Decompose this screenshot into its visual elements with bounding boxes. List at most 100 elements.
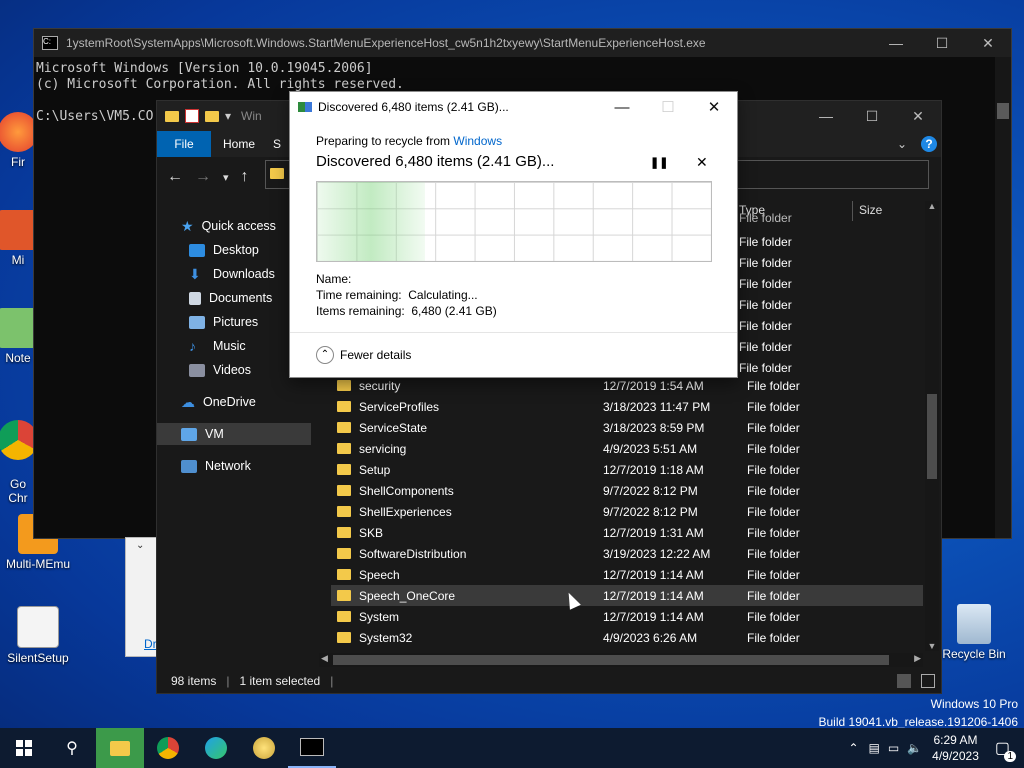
status-bar: 98 items | 1 item selected | xyxy=(157,669,941,693)
scroll-up-icon[interactable]: ▲ xyxy=(925,201,939,211)
console-titlebar[interactable]: C: 1ystemRoot\SystemApps\Microsoft.Windo… xyxy=(34,29,1011,57)
up-icon[interactable]: ↑ xyxy=(241,168,249,186)
tab-home[interactable]: Home xyxy=(211,137,267,151)
desktop-icon-silentsetup[interactable]: SilentSetup xyxy=(2,606,74,665)
back-icon[interactable]: ← xyxy=(167,168,183,186)
new-folder-icon[interactable] xyxy=(205,110,219,122)
table-row-selected[interactable]: Speech_OneCore 12/7/2019 1:14 AM File fold… xyxy=(331,585,923,606)
background-link[interactable]: Dr xyxy=(144,637,157,651)
close-button[interactable]: ✕ xyxy=(691,98,737,116)
file-type: File folder xyxy=(747,588,800,603)
progress-graph xyxy=(316,181,712,262)
source-link[interactable]: Windows xyxy=(453,134,502,148)
scroll-thumb[interactable] xyxy=(927,394,937,479)
table-row[interactable]: ShellExperiences 9/7/2022 8:12 PM File fol… xyxy=(331,501,923,522)
status-divider: | xyxy=(226,674,230,688)
tab-share[interactable]: S xyxy=(273,137,281,151)
maximize-button[interactable]: ☐ xyxy=(849,108,895,125)
table-row[interactable]: security 12/7/2019 1:54 AM File folder xyxy=(331,375,923,396)
column-size[interactable]: Size xyxy=(859,203,882,217)
expand-ribbon-icon[interactable]: ⌄ xyxy=(897,137,907,151)
properties-icon[interactable] xyxy=(185,109,199,123)
taskbar-app[interactable] xyxy=(240,728,288,768)
folder-icon xyxy=(165,110,179,122)
scroll-right-icon[interactable]: ▶ xyxy=(914,653,921,664)
name-label: Name: xyxy=(316,272,352,286)
table-row[interactable]: Setup 12/7/2019 1:18 AM File folder xyxy=(331,459,923,480)
horizontal-scrollbar[interactable]: ◀ ▶ xyxy=(319,653,923,667)
console-scrollbar[interactable] xyxy=(995,57,1011,538)
vertical-scrollbar[interactable]: ▲ ▼ xyxy=(925,201,939,651)
dialog-titlebar[interactable]: Discovered 6,480 items (2.41 GB)... — ☐ … xyxy=(290,92,737,122)
scroll-down-icon[interactable]: ▼ xyxy=(925,641,939,651)
sidebar-item-documents[interactable]: Documents xyxy=(189,287,272,309)
table-row[interactable]: System 12/7/2019 1:14 AM File folder xyxy=(331,606,923,627)
table-row[interactable]: SKB 12/7/2019 1:31 AM File folder xyxy=(331,522,923,543)
clock[interactable]: 6:29 AM 4/9/2023 xyxy=(932,732,979,764)
network-icon[interactable]: ▭ xyxy=(888,741,899,755)
maximize-button[interactable]: ☐ xyxy=(919,35,965,52)
taskbar-console[interactable] xyxy=(288,728,336,768)
tab-file[interactable]: File xyxy=(157,131,211,157)
desktop-icon-label: Multi-MEmu xyxy=(5,557,70,571)
background-window[interactable]: ⌄ Dr xyxy=(125,537,159,657)
details-view-icon[interactable] xyxy=(897,674,911,688)
file-type: File folder xyxy=(747,567,800,582)
help-icon[interactable]: ? xyxy=(921,136,937,152)
sidebar-item-network[interactable]: Network xyxy=(181,455,251,477)
column-divider[interactable] xyxy=(852,201,853,221)
folder-icon xyxy=(337,401,351,412)
recycle-progress-dialog[interactable]: Discovered 6,480 items (2.41 GB)... — ☐ … xyxy=(289,91,738,378)
scroll-thumb[interactable] xyxy=(333,655,889,665)
sidebar-item-downloads[interactable]: ⬇ Downloads xyxy=(189,263,275,285)
sidebar-item-pictures[interactable]: Pictures xyxy=(189,311,258,333)
table-row[interactable]: SoftwareDistribution 3/19/2023 12:22 AM Fi… xyxy=(331,543,923,564)
recent-locations-icon[interactable]: ▾ xyxy=(223,171,229,184)
file-type: File folder xyxy=(747,525,800,540)
edge-icon xyxy=(205,737,227,759)
scroll-thumb[interactable] xyxy=(997,103,1009,119)
sidebar-item-desktop[interactable]: Desktop xyxy=(189,239,259,261)
close-button[interactable]: ✕ xyxy=(965,35,1011,52)
sidebar-item-quick-access[interactable]: ★ Quick access xyxy=(181,215,276,237)
table-row[interactable]: ShellComponents 9/7/2022 8:12 PM File fold… xyxy=(331,480,923,501)
search-button[interactable]: ⚲ xyxy=(48,728,96,768)
security-icon[interactable]: ▤ xyxy=(869,741,880,755)
desktop-icon-recycle-bin[interactable]: Recycle Bin xyxy=(938,604,1010,661)
fewer-details-button[interactable]: ⌃ Fewer details xyxy=(316,346,411,364)
table-row[interactable]: Speech 12/7/2019 1:14 AM File folder xyxy=(331,564,923,585)
progress-heading: Discovered 6,480 items (2.41 GB)... xyxy=(316,153,555,170)
notification-badge: 1 xyxy=(1004,751,1016,762)
show-hidden-icons-icon[interactable]: ⌃ xyxy=(848,741,858,755)
clock-time: 6:29 AM xyxy=(933,733,978,747)
notification-center-button[interactable]: ▢ 1 xyxy=(995,738,1016,762)
pause-button[interactable]: ❚❚ xyxy=(650,156,668,169)
cancel-button[interactable]: ✕ xyxy=(696,154,708,171)
table-row[interactable]: ServiceProfiles 3/18/2023 11:47 PM File fo… xyxy=(331,396,923,417)
large-icons-view-icon[interactable] xyxy=(921,674,935,688)
table-row[interactable]: System32 4/9/2023 6:26 AM File folder xyxy=(331,627,923,648)
sidebar-item-onedrive[interactable]: ☁ OneDrive xyxy=(181,391,256,413)
volume-icon[interactable]: 🔈 xyxy=(907,741,922,755)
table-row[interactable]: servicing 4/9/2023 5:51 AM File folder xyxy=(331,438,923,459)
file-type: File folder xyxy=(747,420,800,435)
sidebar-item-vm[interactable]: VM xyxy=(157,423,311,445)
start-button[interactable] xyxy=(0,728,48,768)
sidebar-item-music[interactable]: ♪ Music xyxy=(189,335,246,357)
scroll-left-icon[interactable]: ◀ xyxy=(321,653,328,664)
minimize-button[interactable]: — xyxy=(803,108,849,124)
minimize-button[interactable]: — xyxy=(599,99,645,116)
close-button[interactable]: ✕ xyxy=(895,108,941,125)
minimize-button[interactable]: — xyxy=(873,35,919,51)
chevron-down-icon[interactable]: ▾ xyxy=(225,109,231,123)
sidebar-item-videos[interactable]: Videos xyxy=(189,359,251,381)
folder-icon xyxy=(337,527,351,538)
table-row[interactable]: ServiceState 3/18/2023 8:59 PM File folder xyxy=(331,417,923,438)
windows-watermark: Windows 10 Pro Build 19041.vb_release.19… xyxy=(819,695,1019,731)
chevron-down-icon[interactable]: ⌄ xyxy=(136,540,144,551)
taskbar-file-explorer[interactable] xyxy=(96,728,144,768)
folder-icon xyxy=(337,506,351,517)
taskbar-edge[interactable] xyxy=(192,728,240,768)
taskbar-chrome[interactable] xyxy=(144,728,192,768)
forward-icon[interactable]: → xyxy=(195,168,211,186)
